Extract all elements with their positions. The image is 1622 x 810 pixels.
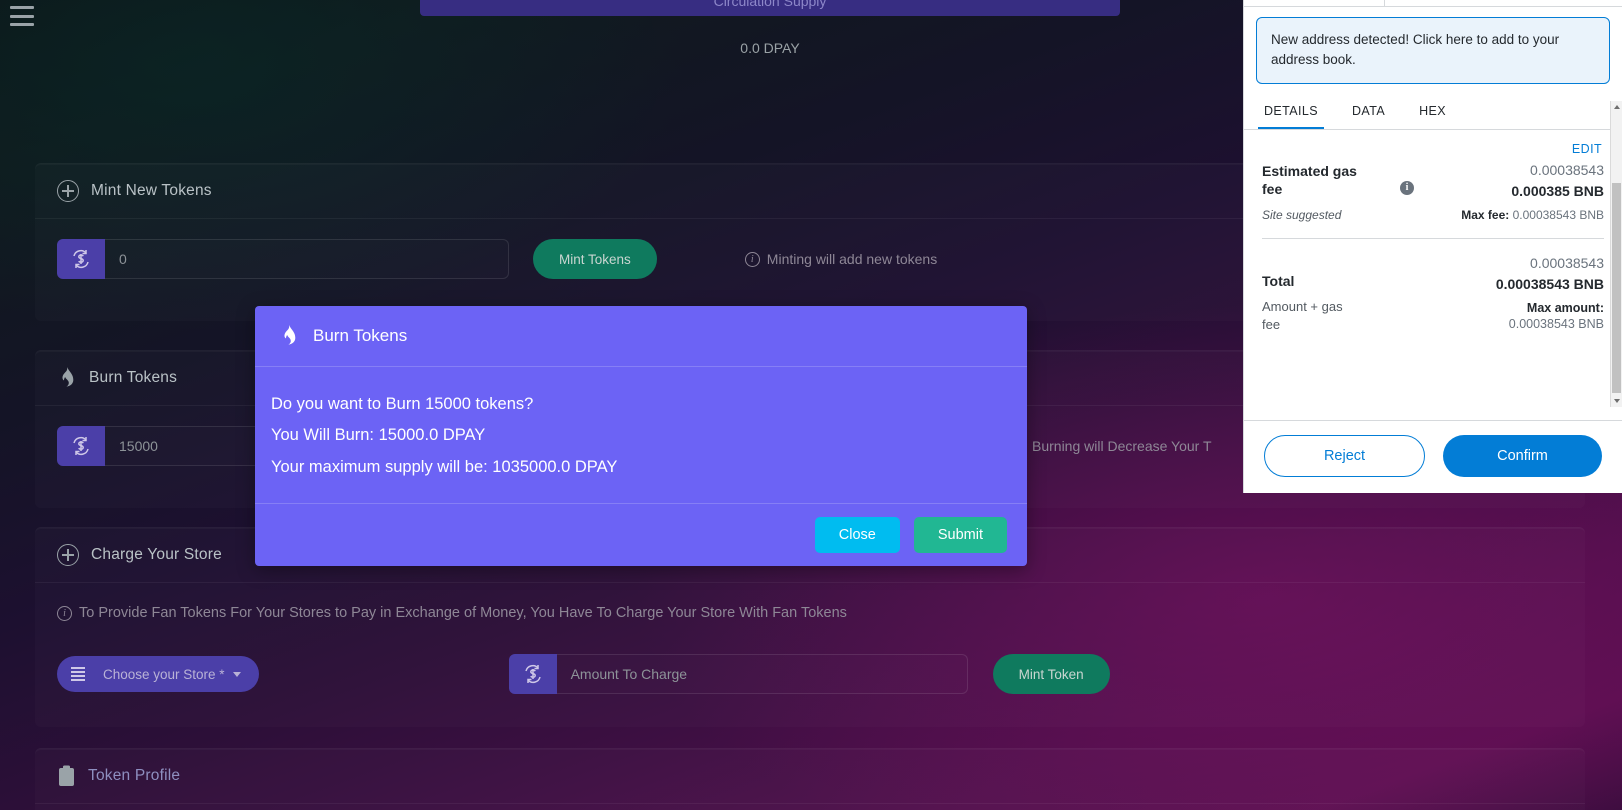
- chevron-down-icon: [232, 671, 241, 677]
- modal-footer: Close Submit: [255, 503, 1027, 566]
- total-amount: 0.00038543 BNB: [1495, 276, 1604, 293]
- burn-note: i Burning will Decrease Your T: [1010, 438, 1212, 454]
- charge-amount-input[interactable]: Amount To Charge: [556, 654, 968, 694]
- max-amount-label: Max amount:: [1526, 301, 1604, 316]
- gas-fee-amount: 0.000385 BNB: [1511, 182, 1604, 199]
- info-icon: i: [57, 605, 72, 621]
- total-right: 0.00038543 0.00038543 BNB Max amount: 0.…: [1496, 255, 1604, 333]
- token-profile-card: Token Profile: [35, 748, 1585, 810]
- hamburger-bar: [10, 14, 34, 18]
- hamburger-bar: [10, 23, 34, 26]
- flame-icon: [279, 325, 299, 347]
- new-address-alert[interactable]: New address detected! Click here to add …: [1256, 17, 1610, 84]
- info-icon[interactable]: i: [1400, 180, 1414, 195]
- plus-circle-icon: [57, 180, 79, 202]
- mint-note-text: Minting will add new tokens: [766, 251, 938, 267]
- total-block: Total Amount + gas fee 0.00038543 0.0003…: [1262, 243, 1604, 339]
- total-label: Total: [1262, 273, 1295, 290]
- details-divider: [1262, 238, 1604, 240]
- max-amount-value: 0.00038543 BNB: [1508, 317, 1604, 332]
- currency-refresh-icon: [508, 654, 557, 694]
- metamask-confirmation-panel: New address detected! Click here to add …: [1243, 0, 1622, 493]
- metamask-top-divider: [1244, 0, 1622, 7]
- currency-refresh-icon: [57, 239, 105, 279]
- charge-info-line: i To Provide Fan Tokens For Your Stores …: [57, 605, 1563, 621]
- hamburger-menu-icon[interactable]: [10, 6, 34, 26]
- charge-input-row: Choose your Store * Amount To Charge Min…: [57, 654, 1563, 694]
- modal-line-3: Your maximum supply will be: 1035000.0 D…: [271, 457, 618, 476]
- scrollbar-thumb[interactable]: [1612, 183, 1621, 393]
- charge-mint-token-button[interactable]: Mint Token: [992, 654, 1110, 694]
- edit-gas-link[interactable]: EDIT: [1262, 130, 1604, 160]
- list-icon: [71, 667, 85, 681]
- gas-fee-label: Estimated gas fee: [1262, 162, 1357, 198]
- burn-note-text: Burning will Decrease Your T: [1032, 438, 1212, 454]
- tab-hex[interactable]: HEX: [1413, 96, 1452, 129]
- scroll-up-arrow-icon[interactable]: [1611, 101, 1622, 113]
- burn-tokens-modal: Burn Tokens Do you want to Burn 15000 to…: [255, 306, 1027, 567]
- modal-header: Burn Tokens: [255, 306, 1027, 367]
- modal-close-button[interactable]: Close: [814, 517, 900, 554]
- mint-tokens-button[interactable]: Mint Tokens: [533, 239, 657, 279]
- reject-button[interactable]: Reject: [1264, 435, 1425, 477]
- metamask-details-scroll: EDIT Estimated gas fee Site suggested i …: [1244, 130, 1622, 421]
- scroll-down-arrow-icon[interactable]: [1611, 395, 1622, 407]
- gas-fee-approx: 0.00038543: [1530, 161, 1604, 178]
- circulation-supply-value: 0.0 DPAY: [740, 40, 800, 56]
- modal-submit-button[interactable]: Submit: [913, 517, 1007, 554]
- modal-line-1: Do you want to Burn 15000 tokens?: [271, 395, 534, 413]
- charge-card-body: i To Provide Fan Tokens For Your Stores …: [35, 583, 1585, 716]
- flame-icon: [57, 367, 77, 389]
- total-approx: 0.00038543: [1530, 255, 1604, 272]
- estimated-gas-fee-block: Estimated gas fee Site suggested i 0.000…: [1262, 160, 1604, 233]
- choose-store-label: Choose your Store *: [103, 666, 225, 682]
- mint-note: i Minting will add new tokens: [744, 251, 938, 267]
- total-sublabel: Amount + gas fee: [1262, 299, 1343, 332]
- metamask-scrollbar[interactable]: [1610, 101, 1622, 407]
- plus-circle-icon: [57, 544, 79, 566]
- circulation-supply-bar: Circulation Supply: [420, 0, 1120, 16]
- burn-card-title: Burn Tokens: [89, 369, 178, 386]
- mint-amount-input[interactable]: 0: [105, 239, 509, 279]
- choose-store-dropdown[interactable]: Choose your Store *: [57, 656, 259, 692]
- charge-card-title: Charge Your Store: [91, 546, 222, 563]
- gas-max-fee-value: 0.00038543 BNB: [1512, 207, 1604, 222]
- hamburger-bar: [10, 6, 34, 9]
- token-profile-header: Token Profile: [35, 749, 1585, 804]
- gas-fee-right: 0.00038543 0.000385 BNB Max fee: 0.00038…: [1461, 162, 1604, 223]
- clipboard-icon: [57, 765, 76, 787]
- modal-line-2: You Will Burn: 15000.0 DPAY: [271, 426, 486, 445]
- modal-title: Burn Tokens: [313, 326, 408, 345]
- currency-refresh-icon: [57, 426, 105, 466]
- tab-details[interactable]: DETAILS: [1258, 96, 1324, 129]
- tab-data[interactable]: DATA: [1346, 96, 1391, 129]
- total-left: Total Amount + gas fee: [1262, 255, 1354, 333]
- gas-fee-left: Estimated gas fee Site suggested: [1262, 162, 1362, 223]
- metamask-footer: Reject Confirm: [1244, 420, 1622, 493]
- modal-body: Do you want to Burn 15000 tokens? You Wi…: [255, 367, 1027, 503]
- gas-max-fee: Max fee: 0.00038543 BNB: [1461, 208, 1604, 222]
- charge-info-text: To Provide Fan Tokens For Your Stores to…: [79, 605, 847, 621]
- mint-card-title: Mint New Tokens: [91, 182, 212, 199]
- confirm-button[interactable]: Confirm: [1443, 435, 1602, 477]
- gas-max-fee-label: Max fee:: [1461, 207, 1510, 222]
- gas-fee-sublabel: Site suggested: [1262, 208, 1342, 223]
- metamask-tabs: DETAILS DATA HEX: [1244, 96, 1622, 130]
- info-icon: i: [744, 251, 760, 267]
- token-profile-title: Token Profile: [88, 767, 181, 784]
